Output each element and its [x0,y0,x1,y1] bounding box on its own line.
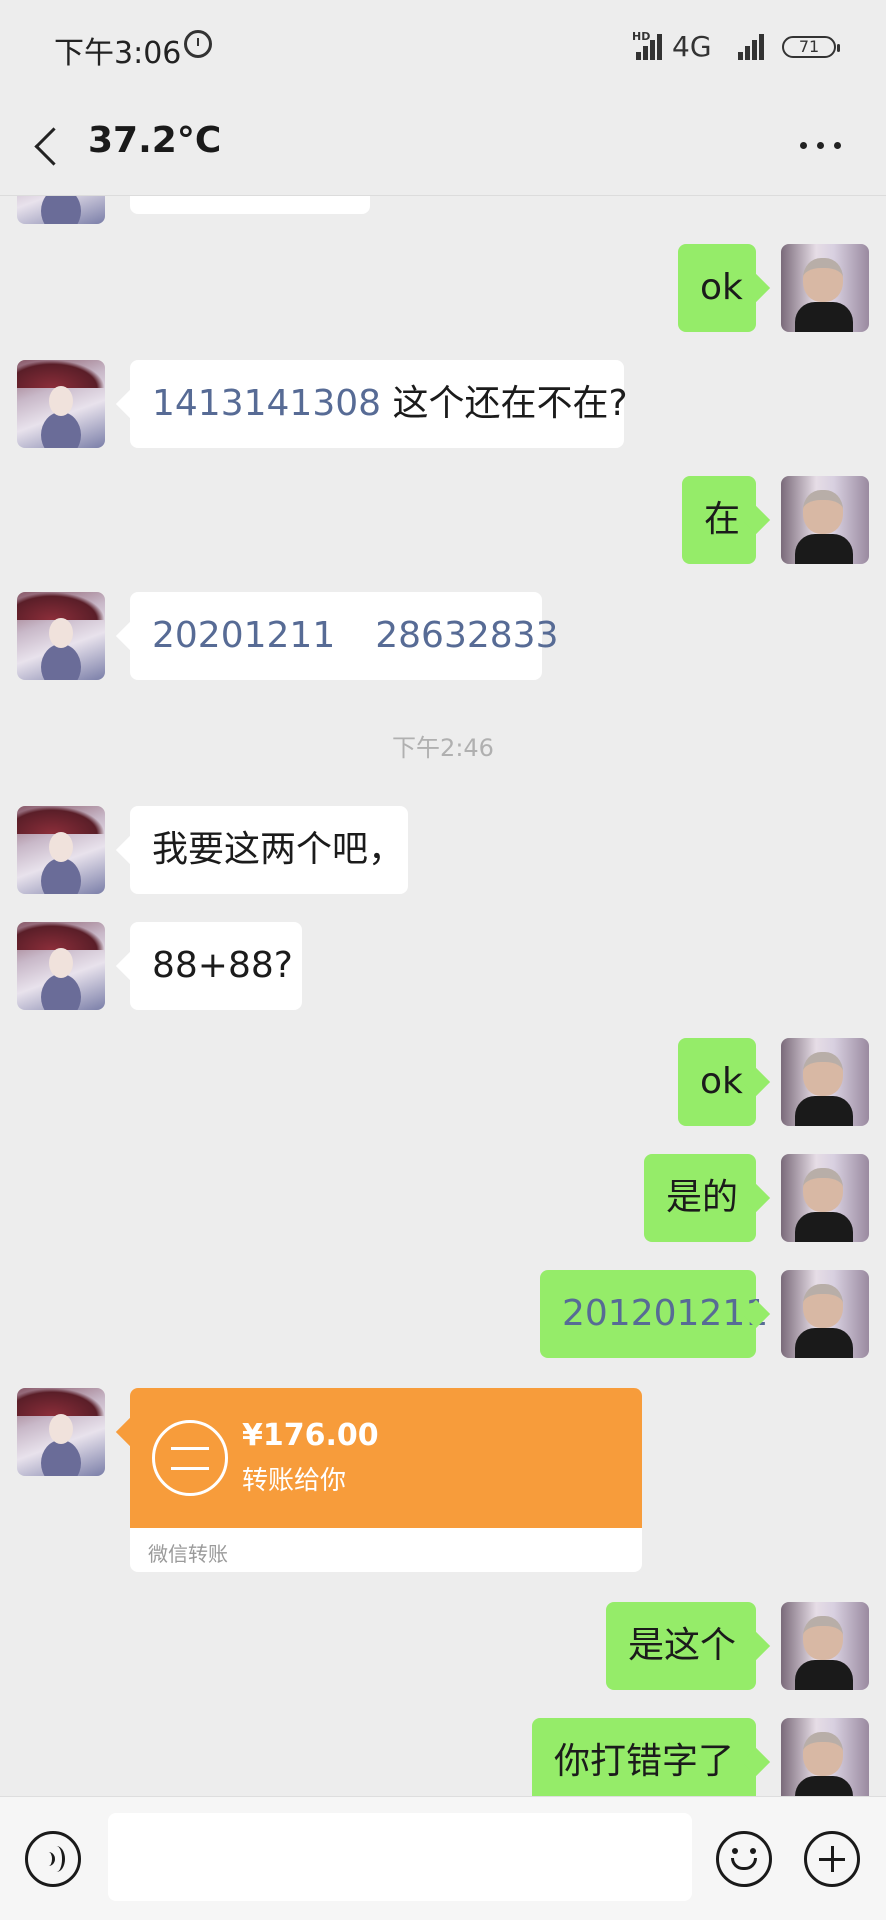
my-avatar[interactable] [781,1154,869,1242]
message-list[interactable]: ok 1413141308 这个还在不在? 在 20201211 28632833… [0,196,886,1796]
message-text: ok [700,267,743,308]
my-avatar[interactable] [781,476,869,564]
emoji-icon[interactable] [716,1831,772,1887]
status-time: 下午3:06 [54,36,182,71]
message-text: 是这个 [628,1625,737,1666]
friend-avatar[interactable] [17,592,105,680]
my-avatar[interactable] [781,1718,869,1796]
message-bubble-out[interactable]: 是的 [644,1154,756,1242]
message-bubble-out[interactable]: ok [678,244,756,332]
friend-avatar[interactable] [17,806,105,894]
message-text: 我要这两个吧， [152,829,405,870]
message-bubble-in[interactable]: 88+88? [130,922,302,1010]
message-timestamp: 下午2:46 [392,734,494,762]
my-avatar[interactable] [781,1602,869,1690]
signal-icon [636,32,668,60]
network-type: 4G [672,30,712,63]
transfer-card-header: ¥176.00 转账给你 [130,1388,642,1528]
my-avatar[interactable] [781,1038,869,1126]
transfer-footer: 微信转账 [148,1542,228,1566]
chat-title: 37.2°C [88,120,222,161]
number-link[interactable]: 20201211 [152,615,335,656]
message-bubble-out[interactable]: 在 [682,476,756,564]
my-avatar[interactable] [781,244,869,332]
chat-header: 37.2°C [0,96,886,196]
transfer-card[interactable]: ¥176.00 转账给你 微信转账 [130,1388,642,1572]
transfer-amount: ¥176.00 [242,1418,379,1453]
plus-icon[interactable] [804,1831,860,1887]
friend-avatar[interactable] [17,922,105,1010]
signal-icon-2 [738,32,770,60]
message-bubble-in[interactable]: 20201211 28632833 [130,592,558,680]
status-bar: 下午3:06 HD 4G 71 [0,0,886,96]
message-bubble-in[interactable]: 我要这两个吧， [130,806,408,894]
message-bubble-in[interactable]: 1413141308 这个还在不在? [130,360,628,448]
message-bubble-out[interactable]: 你打错字了 [532,1718,756,1796]
message-text: 是的 [666,1177,739,1218]
friend-avatar[interactable] [17,1388,105,1476]
message-input[interactable] [108,1813,692,1901]
transfer-description: 转账给你 [242,1466,347,1496]
message-bubble-out[interactable]: 201201211 [540,1270,768,1358]
message-text: 88+88? [152,945,293,986]
voice-input-icon[interactable] [25,1831,81,1887]
number-link[interactable]: 28632833 [375,615,558,656]
message-bubble-out[interactable]: ok [678,1038,756,1126]
phone-number-link[interactable]: 1413141308 [152,383,381,424]
number-link[interactable]: 201201211 [562,1293,768,1334]
more-options-icon[interactable] [800,142,842,150]
friend-avatar[interactable] [17,360,105,448]
message-bubble-out[interactable]: 是这个 [606,1602,756,1690]
back-arrow-icon[interactable] [32,126,68,166]
message-text: ok [700,1061,743,1102]
message-text: 你打错字了 [554,1741,735,1782]
my-avatar[interactable] [781,1270,869,1358]
message-text: 在 [704,499,741,540]
transfer-icon [152,1420,228,1496]
message-bubble-partial[interactable] [130,196,370,214]
message-text: 这个还在不在? [392,383,628,424]
friend-avatar[interactable] [17,196,105,224]
input-bar [0,1796,886,1920]
battery-indicator: 71 [782,36,840,58]
alarm-icon [184,30,212,58]
